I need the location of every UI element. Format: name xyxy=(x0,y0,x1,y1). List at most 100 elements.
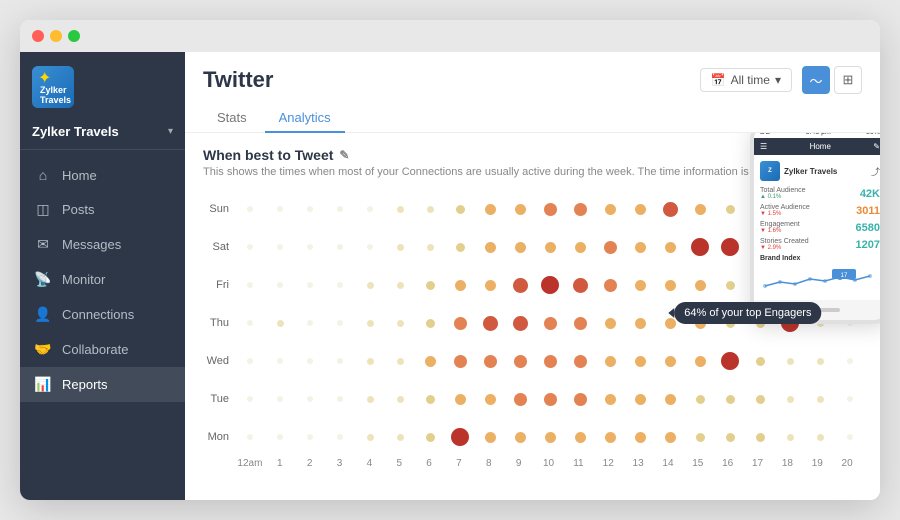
data-bubble xyxy=(787,396,794,403)
data-bubble xyxy=(695,318,706,329)
data-bubble xyxy=(756,395,765,404)
dot-cell xyxy=(715,380,745,418)
sidebar-brand[interactable]: Zylker Travels ▾ xyxy=(20,118,185,150)
dot-cell xyxy=(685,266,715,304)
x-axis-label: 2 xyxy=(295,458,325,469)
main-header: Twitter 📅 All time ▾ 〜 ⊞ xyxy=(185,52,880,133)
data-bubble xyxy=(427,244,434,251)
sidebar-item-monitor[interactable]: 📡 Monitor xyxy=(20,262,185,297)
data-bubble xyxy=(426,281,435,290)
sidebar-item-home[interactable]: ⌂ Home xyxy=(20,158,185,192)
dot-cell xyxy=(655,190,685,228)
x-axis-label: 12am xyxy=(235,458,265,469)
dot-cell xyxy=(655,380,685,418)
data-bubble xyxy=(277,206,283,212)
data-bubble xyxy=(665,318,676,329)
mobile-bottom xyxy=(754,300,880,320)
dot-cell xyxy=(445,304,475,342)
x-axis-label: 5 xyxy=(384,458,414,469)
tab-stats[interactable]: Stats xyxy=(203,104,261,133)
data-bubble xyxy=(545,242,556,253)
data-bubble xyxy=(367,282,374,289)
mobile-stat-value: 6580 xyxy=(856,222,880,234)
time-filter-button[interactable]: 📅 All time ▾ xyxy=(700,68,792,92)
page-title: Twitter xyxy=(203,67,273,93)
dot-cell xyxy=(355,380,385,418)
row-label: Sun xyxy=(203,203,235,215)
data-bubble xyxy=(545,432,556,443)
dot-cell xyxy=(445,190,475,228)
mobile-stat-change: ▼ 1.5% xyxy=(760,211,810,217)
data-bubble xyxy=(665,356,676,367)
data-bubble xyxy=(337,358,343,364)
svg-text:17: 17 xyxy=(841,273,848,279)
data-bubble xyxy=(425,356,436,367)
line-chart-view-btn[interactable]: 〜 xyxy=(802,66,830,94)
data-bubble xyxy=(247,396,253,402)
row-label: Mon xyxy=(203,431,235,443)
sidebar-item-reports[interactable]: 📊 Reports xyxy=(20,367,185,402)
chart-row: Wed xyxy=(203,342,862,380)
data-bubble xyxy=(665,242,676,253)
dot-cell xyxy=(445,266,475,304)
mobile-logo: Z xyxy=(760,161,780,181)
maximize-dot[interactable] xyxy=(68,30,80,42)
data-bubble xyxy=(695,280,706,291)
x-axis-label: 20 xyxy=(832,458,862,469)
browser-body: ZylkerTravels Zylker Travels ▾ ⌂ Home ◫ … xyxy=(20,52,880,500)
dot-cell xyxy=(685,342,715,380)
mobile-stat-change: ▲ 0.1% xyxy=(760,194,806,200)
dot-cell xyxy=(265,304,295,342)
dot-cell xyxy=(535,266,565,304)
x-axis-label: 10 xyxy=(534,458,564,469)
dot-cell xyxy=(565,342,595,380)
data-bubble xyxy=(247,358,253,364)
mobile-stat-row: Total Audience▲ 0.1%42K xyxy=(760,187,880,200)
dot-cell xyxy=(535,342,565,380)
data-bubble xyxy=(426,433,435,442)
data-bubble xyxy=(367,434,374,441)
sidebar-item-connections[interactable]: 👤 Connections xyxy=(20,297,185,332)
dot-cell xyxy=(805,342,835,380)
data-bubble xyxy=(485,204,496,215)
dot-cell xyxy=(385,266,415,304)
data-bubble xyxy=(541,276,559,294)
data-bubble xyxy=(485,280,496,291)
data-bubble xyxy=(721,352,739,370)
data-bubble xyxy=(277,282,283,288)
data-bubble xyxy=(695,356,706,367)
edit-icon: ✎ xyxy=(339,148,349,162)
dot-cell xyxy=(715,228,745,266)
chart-row: Tue xyxy=(203,380,862,418)
minimize-dot[interactable] xyxy=(50,30,62,42)
sidebar-item-collaborate[interactable]: 🤝 Collaborate xyxy=(20,332,185,367)
chart-row: Mon xyxy=(203,418,862,456)
data-bubble xyxy=(456,205,465,214)
tab-analytics[interactable]: Analytics xyxy=(265,104,345,133)
mobile-stat-value: 42K xyxy=(860,188,880,200)
grid-view-btn[interactable]: ⊞ xyxy=(834,66,862,94)
close-dot[interactable] xyxy=(32,30,44,42)
row-label: Wed xyxy=(203,355,235,367)
dot-cell xyxy=(445,418,475,456)
dot-cell xyxy=(325,228,355,266)
dot-cell xyxy=(235,342,265,380)
data-bubble xyxy=(513,278,528,293)
data-bubble xyxy=(847,434,853,440)
data-bubble xyxy=(397,244,404,251)
mobile-stat-change: ▼ 2.9% xyxy=(760,245,809,251)
data-bubble xyxy=(847,396,853,402)
dot-cell xyxy=(295,190,325,228)
sidebar-item-monitor-label: Monitor xyxy=(62,272,105,287)
sidebar-item-posts[interactable]: ◫ Posts xyxy=(20,192,185,227)
x-axis-label: 4 xyxy=(354,458,384,469)
dot-cell xyxy=(685,228,715,266)
data-bubble xyxy=(787,358,794,365)
sidebar-item-messages[interactable]: ✉ Messages xyxy=(20,227,185,262)
sidebar-item-collaborate-label: Collaborate xyxy=(62,342,129,357)
dot-cell xyxy=(715,342,745,380)
data-bubble xyxy=(485,432,496,443)
row-label: Fri xyxy=(203,279,235,291)
data-bubble xyxy=(277,358,283,364)
calendar-icon: 📅 xyxy=(711,73,726,87)
